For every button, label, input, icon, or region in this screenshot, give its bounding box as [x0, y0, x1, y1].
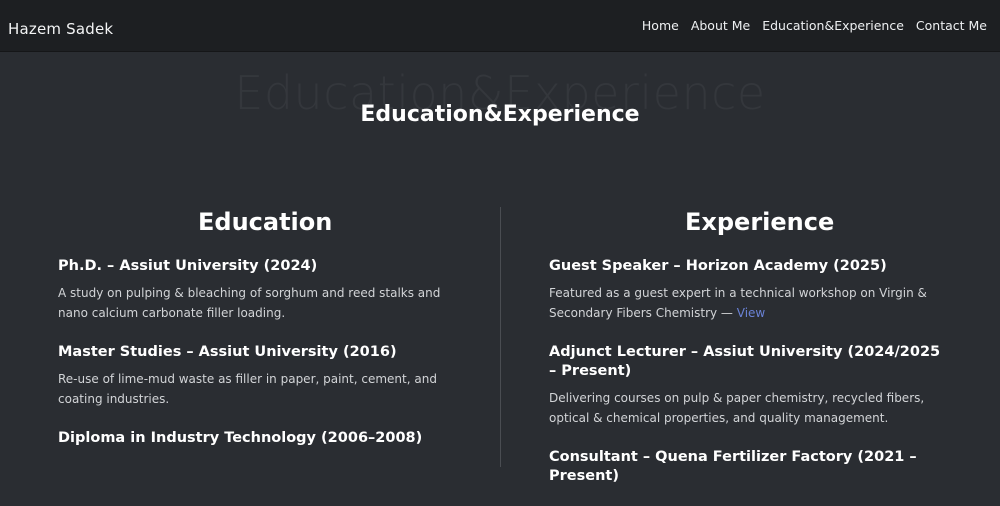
entry-description: Delivering courses on pulp & paper chemi…	[549, 391, 925, 425]
top-navbar: Hazem Sadek Home About Me Education&Expe…	[0, 0, 1000, 52]
education-entry: Ph.D. – Assiut University (2024) A study…	[58, 257, 458, 323]
entry-title: Master Studies – Assiut University (2016…	[58, 344, 397, 360]
nav-education-link[interactable]: Education&Experience	[762, 18, 904, 33]
hero-section: Education&Experience Education&Experienc…	[0, 52, 1000, 162]
education-entry: Master Studies – Assiut University (2016…	[58, 343, 458, 409]
nav-about-link[interactable]: About Me	[691, 18, 750, 33]
education-entry: Diploma in Industry Technology (2006–200…	[58, 429, 458, 448]
experience-entry: Adjunct Lecturer – Assiut University (20…	[549, 343, 949, 428]
experience-entry: Consultant – Quena Fertilizer Factory (2…	[549, 448, 949, 486]
nav-contact-link[interactable]: Contact Me	[916, 18, 987, 33]
entry-title: Adjunct Lecturer – Assiut University (20…	[549, 344, 941, 379]
site-brand[interactable]: Hazem Sadek	[8, 20, 113, 38]
page-title: Education&Experience	[360, 102, 640, 127]
nav-links: Home About Me Education&Experience Conta…	[642, 18, 987, 33]
column-divider	[500, 207, 501, 467]
entry-description: Featured as a guest expert in a technica…	[549, 283, 949, 323]
entry-title: Ph.D. – Assiut University (2024)	[58, 258, 318, 274]
nav-home-link[interactable]: Home	[642, 18, 679, 33]
entry-title: Consultant – Quena Fertilizer Factory (2…	[549, 449, 917, 484]
entry-description: A study on pulping & bleaching of sorghu…	[58, 286, 441, 320]
education-column: Education Ph.D. – Assiut University (202…	[58, 205, 458, 468]
experience-entry: Guest Speaker – Horizon Academy (2025) F…	[549, 257, 949, 323]
entry-title: Diploma in Industry Technology (2006–200…	[58, 430, 423, 446]
entry-description: Re-use of lime-mud waste as filler in pa…	[58, 372, 437, 406]
experience-heading: Experience	[685, 208, 835, 236]
education-heading: Education	[198, 208, 333, 236]
entry-title: Guest Speaker – Horizon Academy (2025)	[549, 258, 887, 274]
view-link[interactable]: View	[737, 306, 765, 320]
